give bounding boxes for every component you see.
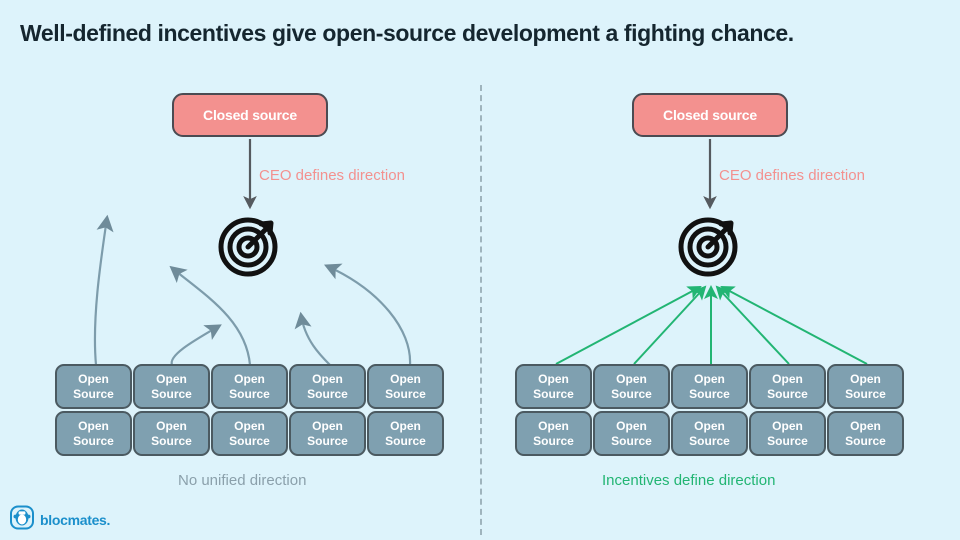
open-source-box[interactable]: Open Source <box>55 364 132 409</box>
open-source-line1: Open <box>616 371 647 386</box>
open-source-line1: Open <box>390 418 421 433</box>
open-source-box[interactable]: Open Source <box>827 364 904 409</box>
ceo-defines-direction-label-right: CEO defines direction <box>719 167 865 184</box>
open-source-line2: Source <box>229 386 270 401</box>
closed-source-box-left[interactable]: Closed source <box>172 93 328 137</box>
open-source-box[interactable]: Open Source <box>749 411 826 456</box>
blocmates-logo[interactable]: blocmates. <box>10 505 110 535</box>
open-source-box[interactable]: Open Source <box>289 411 366 456</box>
open-source-line2: Source <box>611 386 652 401</box>
open-source-line1: Open <box>772 371 803 386</box>
target-bullseye-icon-right <box>677 212 743 278</box>
open-source-line2: Source <box>767 433 808 448</box>
open-source-box[interactable]: Open Source <box>593 411 670 456</box>
open-source-line2: Source <box>533 386 574 401</box>
open-source-line2: Source <box>73 433 114 448</box>
open-source-line2: Source <box>307 433 348 448</box>
open-source-line1: Open <box>156 371 187 386</box>
open-source-line1: Open <box>156 418 187 433</box>
open-source-box[interactable]: Open Source <box>55 411 132 456</box>
open-source-line2: Source <box>689 386 730 401</box>
panel-divider <box>480 85 482 535</box>
open-source-box[interactable]: Open Source <box>671 411 748 456</box>
closed-source-box-right[interactable]: Closed source <box>632 93 788 137</box>
open-source-line2: Source <box>533 433 574 448</box>
converging-arrows-right <box>555 285 868 365</box>
open-source-box[interactable]: Open Source <box>515 364 592 409</box>
open-source-line1: Open <box>312 418 343 433</box>
open-source-line2: Source <box>385 433 426 448</box>
open-source-box[interactable]: Open Source <box>367 411 444 456</box>
open-source-line2: Source <box>845 433 886 448</box>
logo-text: blocmates. <box>40 512 111 528</box>
open-source-line1: Open <box>390 371 421 386</box>
open-source-line2: Source <box>611 433 652 448</box>
open-source-line1: Open <box>850 418 881 433</box>
open-source-line2: Source <box>767 386 808 401</box>
target-bullseye-icon-left <box>217 212 283 278</box>
open-source-line2: Source <box>307 386 348 401</box>
open-source-line1: Open <box>78 418 109 433</box>
open-source-line2: Source <box>73 386 114 401</box>
open-source-box[interactable]: Open Source <box>515 411 592 456</box>
open-source-box[interactable]: Open Source <box>211 364 288 409</box>
open-source-line1: Open <box>694 371 725 386</box>
open-source-line1: Open <box>538 418 569 433</box>
open-source-line2: Source <box>689 433 730 448</box>
open-source-box[interactable]: Open Source <box>827 411 904 456</box>
open-source-line1: Open <box>538 371 569 386</box>
open-source-line1: Open <box>234 371 265 386</box>
open-source-line2: Source <box>385 386 426 401</box>
open-source-box[interactable]: Open Source <box>749 364 826 409</box>
panel-caption-left: No unified direction <box>178 472 307 489</box>
open-source-line1: Open <box>234 418 265 433</box>
diagram-canvas: Well-defined incentives give open-source… <box>0 0 960 540</box>
open-source-box[interactable]: Open Source <box>593 364 670 409</box>
open-source-line1: Open <box>78 371 109 386</box>
open-source-line1: Open <box>850 371 881 386</box>
ceo-defines-direction-label-left: CEO defines direction <box>259 167 405 184</box>
open-source-line1: Open <box>772 418 803 433</box>
open-source-line2: Source <box>845 386 886 401</box>
open-source-line2: Source <box>151 386 192 401</box>
open-source-line1: Open <box>312 371 343 386</box>
open-source-line2: Source <box>229 433 270 448</box>
open-source-line1: Open <box>616 418 647 433</box>
open-source-box[interactable]: Open Source <box>133 411 210 456</box>
open-source-box[interactable]: Open Source <box>671 364 748 409</box>
open-source-box[interactable]: Open Source <box>289 364 366 409</box>
panel-caption-right: Incentives define direction <box>602 472 776 489</box>
page-title: Well-defined incentives give open-source… <box>20 20 794 46</box>
open-source-box[interactable]: Open Source <box>133 364 210 409</box>
open-source-line1: Open <box>694 418 725 433</box>
open-source-box[interactable]: Open Source <box>211 411 288 456</box>
blocmates-ape-mascot-icon <box>10 505 34 535</box>
open-source-line2: Source <box>151 433 192 448</box>
open-source-box[interactable]: Open Source <box>367 364 444 409</box>
